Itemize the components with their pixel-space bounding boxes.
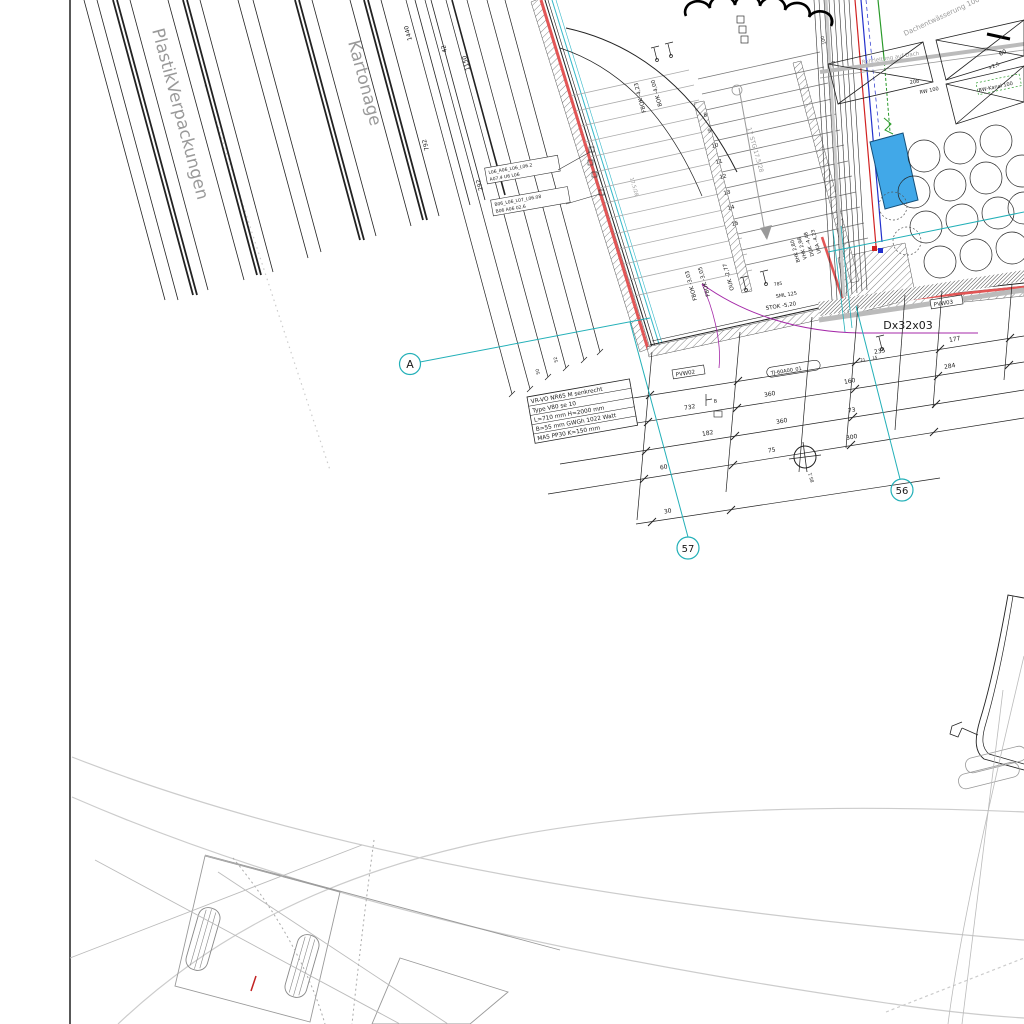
svg-text:792: 792 — [421, 138, 431, 151]
note-box-1: L06_A06_L06_L06.2 A07.4 U6 L06 — [485, 147, 594, 184]
stair-number: 11 — [715, 159, 723, 166]
svg-text:1440: 1440 — [403, 25, 414, 42]
svg-text:300: 300 — [846, 433, 859, 442]
storage-area-label-plastik: PlastikVerpackungen — [147, 26, 212, 202]
svg-text:OUK -2,77: OUK -2,77 — [722, 262, 736, 291]
bubble-57: 57 — [682, 544, 695, 555]
cad-site-plan-sheet: PlastikVerpackungen Kartonage 1440 42 11… — [0, 0, 1024, 1024]
svg-text:STOK -5,20: STOK -5,20 — [765, 301, 797, 312]
blue-level-annotations: BHK 2,80 VHK 2,98 DUK -4,48 UKA -4,23 — [790, 229, 823, 264]
green-pipe-line — [878, 0, 884, 58]
red-tick-mark — [251, 976, 256, 991]
duct-label: Dx32x03 — [883, 319, 932, 332]
svg-text:73: 73 — [847, 406, 856, 414]
roof-drainage-band — [820, 34, 1024, 78]
pipe-dim-100: 100 — [820, 35, 828, 45]
truck-wheel — [184, 905, 223, 973]
building-bottom-wall — [647, 237, 1024, 357]
survey-point: 85.1 — [789, 442, 821, 483]
bubble-a: A — [406, 358, 414, 371]
stair-number: 10 — [711, 142, 720, 150]
stair-number: 13 — [723, 189, 732, 197]
duct-small-label: SML 125 — [775, 291, 797, 300]
truck-wheel — [283, 932, 322, 1000]
svg-text:732: 732 — [684, 403, 697, 412]
stair-arrow-head — [760, 225, 772, 240]
level-annotations: FBOK -4,23 BOK -4,00 FBOK -3,03 FBOK -3,… — [634, 78, 798, 312]
revision-cloud — [685, 0, 832, 26]
storage-area-label-kartonage: Kartonage — [343, 38, 385, 128]
svg-text:360: 360 — [764, 390, 777, 399]
svg-text:1150: 1150 — [461, 55, 472, 72]
meter-box-stack — [737, 16, 748, 43]
svg-text:160: 160 — [844, 377, 857, 386]
storage-lane-stripes — [84, 0, 505, 300]
svg-text:BOK -4,00: BOK -4,00 — [650, 78, 664, 107]
green-channel-labels: RW-Kanal 100 RW 100 — [919, 74, 1021, 96]
red-riser-endpoint — [872, 246, 877, 251]
svg-text:21: 21 — [860, 357, 866, 363]
radiator-spec-table: VR-VO NR65 M senkrecht Type V80 se 10 L=… — [527, 379, 638, 443]
svg-text:RW-Kanal 100: RW-Kanal 100 — [978, 81, 1013, 94]
bubble-56: 56 — [896, 486, 909, 497]
blue-riser-endpoint — [878, 248, 883, 253]
svg-text:42: 42 — [440, 44, 449, 53]
svg-text:FBOK -4,23: FBOK -4,23 — [634, 81, 648, 113]
stair-number: 15 — [731, 220, 740, 228]
svg-text:30: 30 — [663, 507, 672, 515]
truck-mirror — [950, 722, 962, 737]
svg-text:284: 284 — [944, 362, 957, 371]
green-valve-symbol — [884, 118, 893, 134]
svg-text:360: 360 — [776, 417, 789, 426]
plan-canvas: PlastikVerpackungen Kartonage 1440 42 11… — [0, 0, 1024, 1024]
svg-text:85.1: 85.1 — [807, 472, 816, 483]
svg-text:177: 177 — [949, 335, 962, 344]
b-marker: B — [706, 394, 722, 417]
svg-text:60: 60 — [659, 463, 668, 471]
building-left-wall — [531, 0, 662, 352]
blue-door-leaf — [870, 133, 918, 209]
svg-text:FBOK -3,03: FBOK -3,03 — [685, 269, 699, 301]
stair-number: 12 — [719, 174, 727, 181]
svg-text:75: 75 — [767, 446, 776, 454]
red-riser-line — [855, 0, 876, 246]
stair-number: 14 — [727, 204, 736, 212]
svg-text:182: 182 — [702, 429, 715, 438]
svg-text:52: 52 — [553, 356, 560, 363]
truck-parking-area — [70, 840, 560, 1024]
svg-text:RW 100: RW 100 — [919, 86, 939, 96]
svg-text:785: 785 — [773, 281, 783, 288]
svg-text:B: B — [713, 398, 718, 405]
svg-text:50: 50 — [535, 368, 542, 375]
